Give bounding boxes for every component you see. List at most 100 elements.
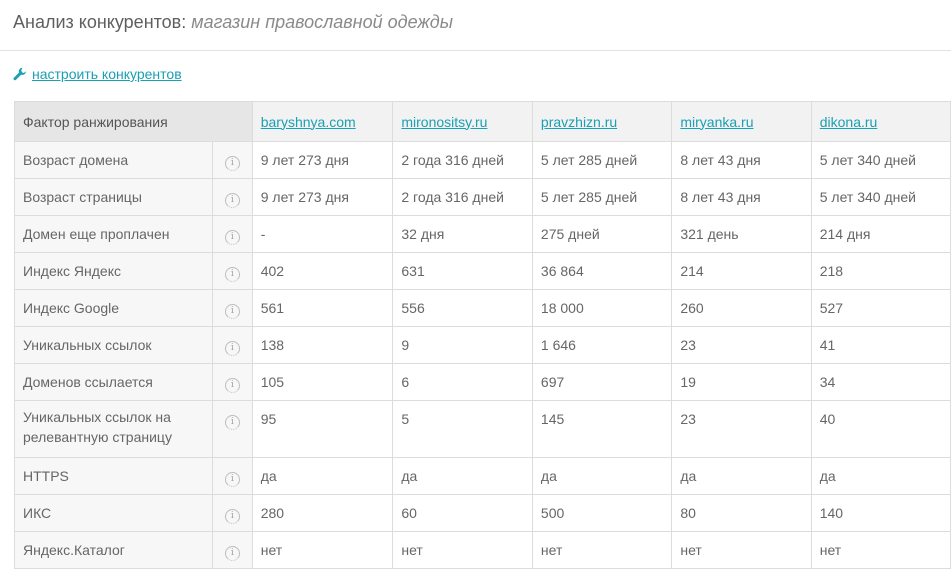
table-row: Яндекс.Каталог i нет нет нет нет нет bbox=[13, 531, 951, 569]
value-cell: 1 646 bbox=[531, 326, 673, 364]
info-icon[interactable]: i bbox=[224, 267, 240, 282]
table-row: Домен еще проплачен i -32 дня 275 дней 321 д… bbox=[13, 215, 951, 253]
value-cell: 9 bbox=[392, 326, 533, 364]
info-icon[interactable]: i bbox=[224, 230, 240, 245]
value-cell: 40 bbox=[810, 400, 951, 458]
factor-label: Яндекс.Каталог bbox=[13, 531, 214, 569]
info-icon[interactable]: i bbox=[224, 304, 240, 319]
value-cell: 8 лет 43 дня bbox=[671, 141, 812, 179]
value-cell: 214 дня bbox=[810, 215, 951, 253]
value-cell: нет bbox=[671, 531, 812, 569]
table-row: Индекс Яндекс i 402 631 36 864 214 218 bbox=[13, 252, 951, 290]
value-cell: нет bbox=[392, 531, 533, 569]
table-row: Уникальных ссылок на релевантную страниц… bbox=[13, 400, 951, 458]
configure-competitors-link[interactable]: настроить конкурентов bbox=[32, 66, 182, 82]
info-icon[interactable]: i bbox=[224, 415, 240, 430]
competitor-header: miryanka.ru bbox=[671, 101, 812, 142]
value-cell: 2 года 316 дней bbox=[392, 141, 533, 179]
table-row: HTTPS i да да да да да bbox=[13, 457, 951, 495]
value-cell: 402 bbox=[251, 252, 394, 290]
value-cell: 5 лет 340 дней bbox=[810, 178, 951, 216]
value-cell: 2 года 316 дней bbox=[392, 178, 533, 216]
value-cell: 280 bbox=[251, 494, 394, 532]
info-icon[interactable]: i bbox=[224, 341, 240, 356]
value-cell: 275 дней bbox=[531, 215, 673, 253]
info-icon[interactable]: i bbox=[224, 156, 240, 171]
value-cell: 556 bbox=[392, 289, 533, 327]
competitor-link[interactable]: pravzhizn.ru bbox=[541, 114, 617, 130]
value-cell: 5 лет 340 дней bbox=[810, 141, 951, 179]
factor-label: Возраст страницы bbox=[13, 178, 214, 216]
table-header-row: Фактор ранжирования baryshnya.com mirono… bbox=[14, 101, 951, 142]
value-cell: да bbox=[392, 457, 533, 495]
value-cell: 6 bbox=[392, 363, 533, 401]
value-cell: 260 bbox=[671, 289, 812, 327]
value-cell: 32 дня bbox=[392, 215, 533, 253]
info-cell: i bbox=[212, 400, 253, 458]
settings-link-row: настроить конкурентов bbox=[13, 66, 182, 82]
value-cell: да bbox=[251, 457, 394, 495]
value-cell: 8 лет 43 дня bbox=[671, 178, 812, 216]
value-cell: 140 bbox=[810, 494, 951, 532]
value-cell: 561 bbox=[251, 289, 394, 327]
value-cell: да bbox=[531, 457, 673, 495]
info-cell: i bbox=[212, 215, 253, 253]
value-cell: да bbox=[671, 457, 812, 495]
competitor-header: pravzhizn.ru bbox=[531, 101, 673, 142]
factor-label: Уникальных ссылок на релевантную страниц… bbox=[13, 400, 214, 458]
info-icon[interactable]: i bbox=[224, 546, 240, 561]
info-cell: i bbox=[212, 457, 253, 495]
info-icon[interactable]: i bbox=[224, 472, 240, 487]
competitor-link[interactable]: miryanka.ru bbox=[680, 114, 753, 130]
value-cell: 145 bbox=[531, 400, 673, 458]
factor-label: HTTPS bbox=[13, 457, 214, 495]
factor-label: Индекс Google bbox=[13, 289, 214, 327]
competitor-link[interactable]: mironositsy.ru bbox=[401, 114, 487, 130]
table-row: Доменов ссылается i 105 6 697 19 34 bbox=[13, 363, 951, 401]
info-icon[interactable]: i bbox=[224, 378, 240, 393]
factor-column-header: Фактор ранжирования bbox=[14, 101, 253, 142]
table-row: Возраст страницы i 9 лет 273 дня 2 года 316… bbox=[13, 178, 951, 216]
value-cell: 9 лет 273 дня bbox=[251, 178, 394, 216]
info-cell: i bbox=[212, 178, 253, 216]
info-cell: i bbox=[212, 252, 253, 290]
competitor-header: baryshnya.com bbox=[251, 101, 394, 142]
value-cell: 80 bbox=[671, 494, 812, 532]
value-cell: 19 bbox=[671, 363, 812, 401]
value-cell: 214 bbox=[671, 252, 812, 290]
competitor-link[interactable]: dikona.ru bbox=[820, 114, 878, 130]
value-cell: нет bbox=[531, 531, 673, 569]
competitor-header: mironositsy.ru bbox=[392, 101, 533, 142]
value-cell: 527 bbox=[810, 289, 951, 327]
info-cell: i bbox=[212, 326, 253, 364]
value-cell: 218 bbox=[810, 252, 951, 290]
value-cell: 23 bbox=[671, 326, 812, 364]
info-icon[interactable]: i bbox=[224, 193, 240, 208]
wrench-icon[interactable] bbox=[13, 67, 27, 81]
info-cell: i bbox=[212, 363, 253, 401]
value-cell: 18 000 bbox=[531, 289, 673, 327]
value-cell: 500 bbox=[531, 494, 673, 532]
value-cell: - bbox=[251, 215, 394, 253]
info-cell: i bbox=[212, 141, 253, 179]
value-cell: 41 bbox=[810, 326, 951, 364]
value-cell: 34 bbox=[810, 363, 951, 401]
table-row: Индекс Google i 561 556 18 000 260 527 bbox=[13, 289, 951, 327]
value-cell: 95 bbox=[251, 400, 394, 458]
factor-label: Уникальных ссылок bbox=[13, 326, 214, 364]
factor-label: Индекс Яндекс bbox=[13, 252, 214, 290]
value-cell: 23 bbox=[671, 400, 812, 458]
competitors-table: Фактор ранжирования baryshnya.com mirono… bbox=[13, 101, 951, 569]
competitor-link[interactable]: baryshnya.com bbox=[261, 114, 356, 130]
value-cell: 5 bbox=[392, 400, 533, 458]
competitor-header: dikona.ru bbox=[810, 101, 951, 142]
table-row: Уникальных ссылок i 138 9 1 646 23 41 bbox=[13, 326, 951, 364]
info-icon[interactable]: i bbox=[224, 509, 240, 524]
page-subtitle: магазин православной одежды bbox=[191, 12, 453, 32]
value-cell: 60 bbox=[392, 494, 533, 532]
value-cell: да bbox=[810, 457, 951, 495]
value-cell: 9 лет 273 дня bbox=[251, 141, 394, 179]
value-cell: 36 864 bbox=[531, 252, 673, 290]
table-row: ИКС i 280 60 500 80 140 bbox=[13, 494, 951, 532]
factor-label: Возраст домена bbox=[13, 141, 214, 179]
